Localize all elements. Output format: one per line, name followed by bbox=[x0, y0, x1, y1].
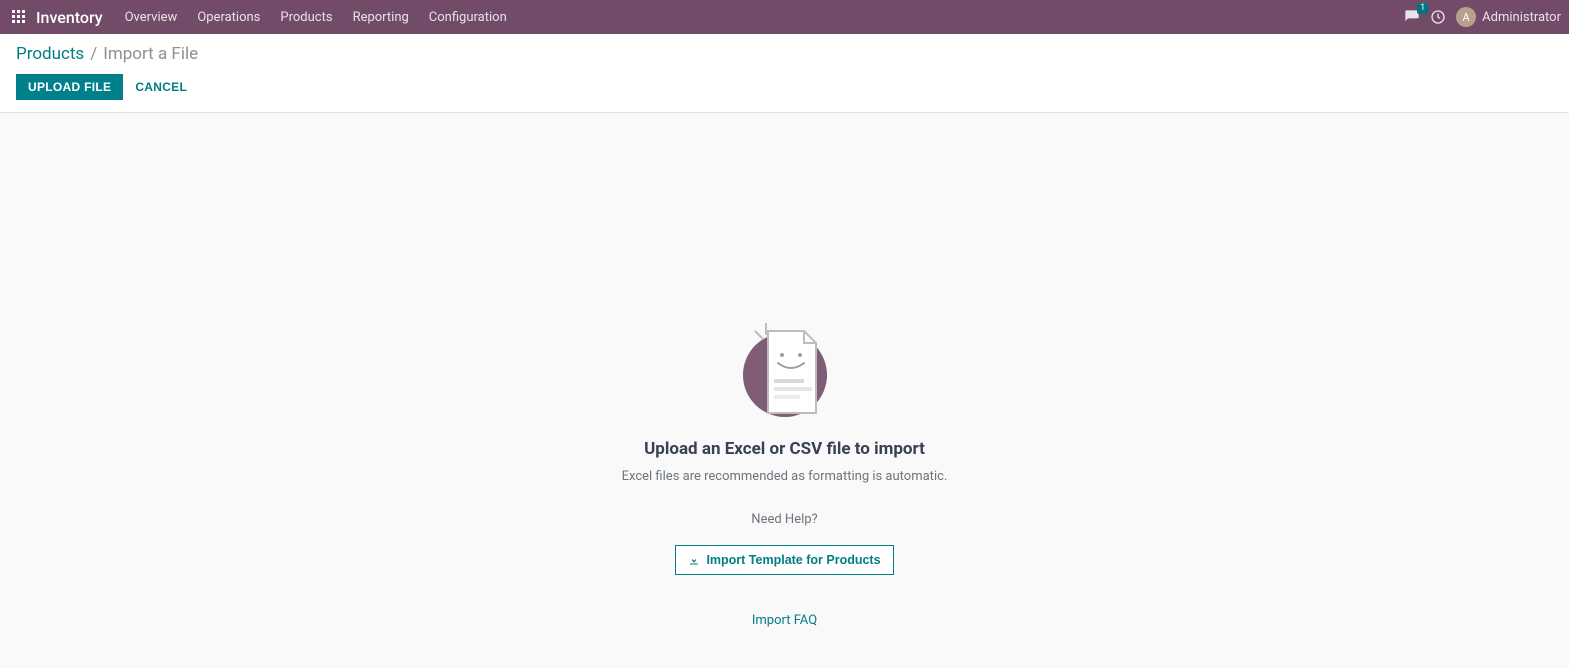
avatar: A bbox=[1456, 7, 1476, 27]
empty-state-title: Upload an Excel or CSV file to import bbox=[644, 439, 925, 459]
breadcrumb: Products / Import a File bbox=[16, 44, 1553, 64]
apps-launcher-icon[interactable] bbox=[8, 6, 30, 28]
main-content: Upload an Excel or CSV file to import Ex… bbox=[0, 113, 1569, 668]
user-name: Administrator bbox=[1482, 10, 1561, 25]
nav-item-reporting[interactable]: Reporting bbox=[343, 0, 419, 34]
import-template-button-label: Import Template for Products bbox=[706, 553, 880, 567]
cancel-button[interactable]: CANCEL bbox=[135, 80, 187, 94]
breadcrumb-separator: / bbox=[90, 44, 97, 64]
need-help-label: Need Help? bbox=[751, 512, 817, 527]
messaging-badge: 1 bbox=[1417, 3, 1428, 14]
nav-menu: Overview Operations Products Reporting C… bbox=[115, 0, 517, 34]
top-navbar: Inventory Overview Operations Products R… bbox=[0, 0, 1569, 34]
empty-file-illustration bbox=[730, 313, 840, 423]
nav-item-operations[interactable]: Operations bbox=[187, 0, 270, 34]
systray: 1 A Administrator bbox=[1404, 7, 1561, 27]
nav-item-overview[interactable]: Overview bbox=[115, 0, 188, 34]
activities-icon[interactable] bbox=[1430, 9, 1446, 25]
nav-item-products[interactable]: Products bbox=[270, 0, 342, 34]
import-empty-state: Upload an Excel or CSV file to import Ex… bbox=[475, 313, 1095, 628]
messaging-icon[interactable]: 1 bbox=[1404, 9, 1420, 25]
import-faq-link[interactable]: Import FAQ bbox=[752, 613, 817, 628]
action-bar: UPLOAD FILE CANCEL bbox=[16, 74, 1553, 100]
app-brand[interactable]: Inventory bbox=[36, 8, 103, 27]
import-template-button[interactable]: Import Template for Products bbox=[675, 545, 893, 575]
nav-item-configuration[interactable]: Configuration bbox=[419, 0, 517, 34]
upload-file-button[interactable]: UPLOAD FILE bbox=[16, 74, 123, 100]
breadcrumb-current: Import a File bbox=[103, 44, 198, 64]
empty-state-subtitle: Excel files are recommended as formattin… bbox=[622, 469, 948, 484]
breadcrumb-parent[interactable]: Products bbox=[16, 44, 84, 64]
control-panel: Products / Import a File UPLOAD FILE CAN… bbox=[0, 34, 1569, 113]
download-icon bbox=[688, 554, 700, 566]
user-menu[interactable]: A Administrator bbox=[1456, 7, 1561, 27]
